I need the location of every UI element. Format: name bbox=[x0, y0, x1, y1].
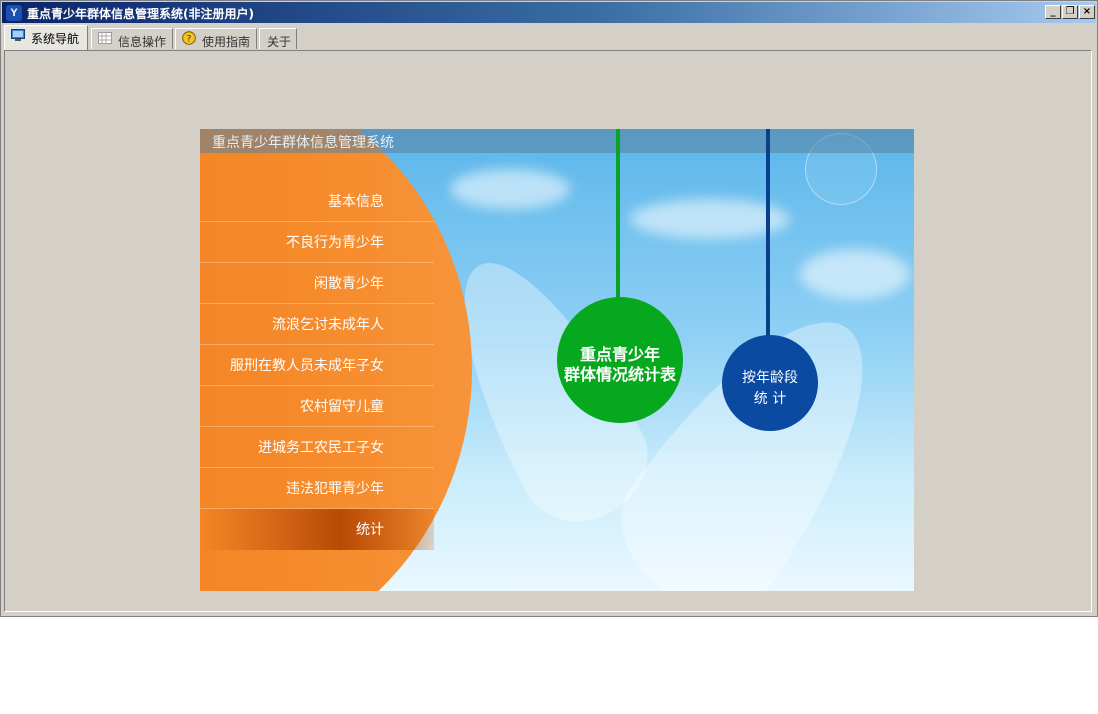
age-group-statistics-button[interactable]: 按年龄段 统 计 bbox=[722, 335, 818, 431]
menu-item-bad-behavior-youth[interactable]: 不良行为青少年 bbox=[200, 222, 434, 263]
menu-item-basic-info[interactable]: 基本信息 bbox=[200, 181, 434, 222]
cloud-decoration bbox=[450, 169, 570, 209]
monitor-icon bbox=[11, 29, 25, 41]
minimize-button[interactable]: _ bbox=[1045, 5, 1061, 19]
svg-text:?: ? bbox=[187, 35, 192, 45]
menu-item-prisoner-children[interactable]: 服刑在教人员未成年子女 bbox=[200, 345, 434, 386]
menu-item-delinquent-youth[interactable]: 违法犯罪青少年 bbox=[200, 468, 434, 509]
cloud-decoration bbox=[800, 249, 910, 299]
window-title: 重点青少年群体信息管理系统(非注册用户) bbox=[27, 7, 254, 21]
tab-user-guide[interactable]: ? 使用指南 bbox=[175, 28, 257, 49]
youth-statistics-table-button[interactable]: 重点青少年 群体情况统计表 bbox=[557, 297, 683, 423]
blue-rope bbox=[766, 129, 770, 339]
menu-item-migrant-worker-children[interactable]: 进城务工农民工子女 bbox=[200, 427, 434, 468]
menu-item-left-behind-children[interactable]: 农村留守儿童 bbox=[200, 386, 434, 427]
grid-icon bbox=[98, 32, 112, 44]
menu-item-statistics[interactable]: 统计 bbox=[200, 509, 434, 550]
title-bar[interactable]: Y 重点青少年群体信息管理系统(非注册用户) _ ❐ × bbox=[2, 2, 1096, 23]
tab-strip: 系统导航 信息操作 ? 使用指南 关于 bbox=[2, 24, 1096, 50]
menu-item-vagrant-minors[interactable]: 流浪乞讨未成年人 bbox=[200, 304, 434, 345]
panel-banner: 重点青少年群体信息管理系统 bbox=[200, 129, 914, 153]
app-logo-icon: Y bbox=[6, 5, 22, 21]
menu-item-idle-youth[interactable]: 闲散青少年 bbox=[200, 263, 434, 304]
tab-info-operation[interactable]: 信息操作 bbox=[91, 28, 173, 49]
tab-system-navigation[interactable]: 系统导航 bbox=[4, 25, 88, 50]
tab-about[interactable]: 关于 bbox=[259, 28, 297, 49]
green-rope bbox=[616, 129, 620, 299]
close-button[interactable]: × bbox=[1079, 5, 1095, 19]
help-icon: ? bbox=[182, 31, 196, 45]
navigation-panel: 重点青少年群体信息管理系统 基本信息 不良行为青少年 闲散青少年 流浪乞讨未成年… bbox=[200, 129, 914, 591]
restore-button[interactable]: ❐ bbox=[1062, 5, 1078, 19]
